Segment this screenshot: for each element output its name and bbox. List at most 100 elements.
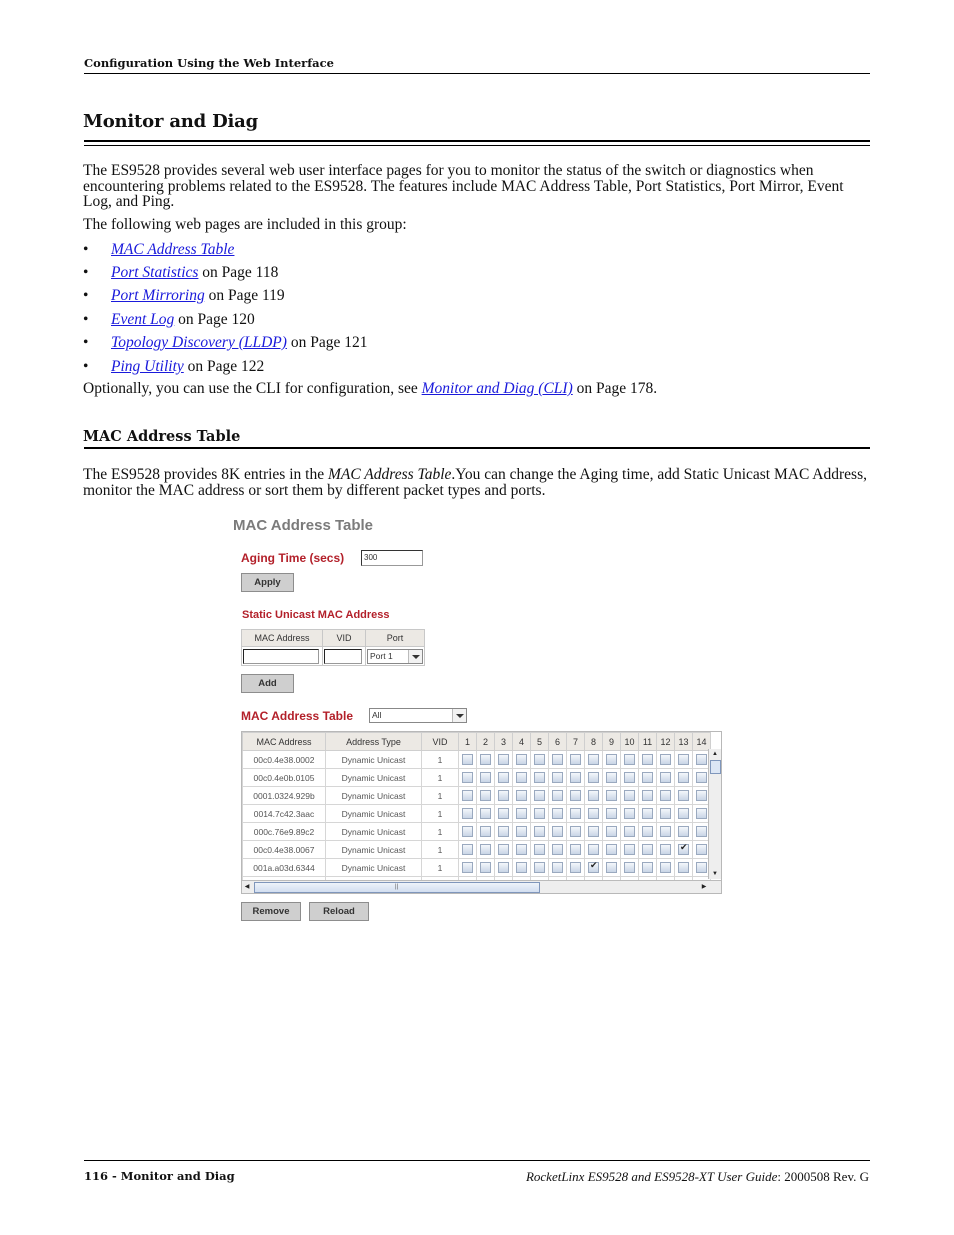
port-checkbox[interactable]: [534, 772, 545, 784]
port-column-header[interactable]: 3: [494, 732, 513, 751]
port-checkbox[interactable]: [642, 808, 653, 820]
port-checkbox[interactable]: [696, 790, 707, 802]
aging-time-input[interactable]: 300: [361, 550, 423, 566]
port-column-header[interactable]: 12: [656, 732, 675, 751]
static-vid-input[interactable]: [324, 648, 362, 664]
page-link[interactable]: Event Log: [111, 311, 174, 328]
port-column-header[interactable]: 8: [584, 732, 603, 751]
page-link[interactable]: Port Mirroring: [111, 287, 205, 304]
table-row[interactable]: 00c0.4e0b.0105 Dynamic Unicast 1: [242, 768, 711, 787]
port-checkbox[interactable]: [660, 844, 671, 856]
port-checkbox[interactable]: [678, 790, 689, 802]
vertical-scroll-thumb[interactable]: [710, 760, 721, 774]
port-checkbox[interactable]: [642, 862, 653, 874]
port-column-header[interactable]: 4: [512, 732, 531, 751]
port-checkbox[interactable]: [570, 862, 581, 874]
port-checkbox[interactable]: [498, 844, 509, 856]
port-checkbox[interactable]: [678, 808, 689, 820]
port-checkbox[interactable]: [624, 790, 635, 802]
table-row[interactable]: 001a.a03d.6344 Dynamic Unicast 1: [242, 858, 711, 877]
port-checkbox[interactable]: [480, 844, 491, 856]
port-checkbox[interactable]: [516, 808, 527, 820]
port-checkbox[interactable]: [588, 808, 599, 820]
scroll-up-arrow-icon[interactable]: ▲: [709, 749, 721, 759]
port-checkbox[interactable]: [624, 808, 635, 820]
port-checkbox[interactable]: [678, 754, 689, 766]
table-row[interactable]: 0014.7c42.3aac Dynamic Unicast 1: [242, 804, 711, 823]
port-checkbox[interactable]: [696, 772, 707, 784]
port-checkbox[interactable]: [660, 790, 671, 802]
port-checkbox[interactable]: [696, 808, 707, 820]
port-column-header[interactable]: 9: [602, 732, 621, 751]
horizontal-scroll-thumb[interactable]: ||: [254, 882, 540, 893]
port-checkbox[interactable]: [516, 772, 527, 784]
port-checkbox[interactable]: [588, 826, 599, 838]
port-checkbox[interactable]: [642, 790, 653, 802]
port-checkbox[interactable]: [588, 860, 599, 874]
port-checkbox[interactable]: [552, 826, 563, 838]
port-checkbox[interactable]: [696, 826, 707, 838]
port-checkbox[interactable]: [462, 754, 473, 766]
port-checkbox[interactable]: [660, 754, 671, 766]
column-header[interactable]: Address Type: [325, 732, 422, 751]
port-checkbox[interactable]: [552, 772, 563, 784]
port-checkbox[interactable]: [552, 844, 563, 856]
port-checkbox[interactable]: [624, 754, 635, 766]
reload-button[interactable]: Reload: [309, 902, 369, 921]
scroll-right-arrow-icon[interactable]: ▶: [699, 881, 709, 893]
port-checkbox[interactable]: [516, 826, 527, 838]
port-checkbox[interactable]: [696, 754, 707, 766]
port-checkbox[interactable]: [462, 826, 473, 838]
port-checkbox[interactable]: [642, 844, 653, 856]
port-checkbox[interactable]: [480, 790, 491, 802]
column-header[interactable]: MAC Address: [242, 732, 326, 751]
port-checkbox[interactable]: [462, 808, 473, 820]
page-link[interactable]: Port Statistics: [111, 264, 198, 281]
port-column-header[interactable]: 10: [620, 732, 639, 751]
static-port-select[interactable]: Port 1: [367, 648, 423, 664]
horizontal-scrollbar[interactable]: ◀ || ▶: [242, 880, 721, 893]
port-checkbox[interactable]: [480, 826, 491, 838]
port-checkbox[interactable]: [480, 754, 491, 766]
port-column-header[interactable]: 14: [692, 732, 711, 751]
port-checkbox[interactable]: [498, 808, 509, 820]
port-checkbox[interactable]: [624, 826, 635, 838]
port-checkbox[interactable]: [570, 808, 581, 820]
port-checkbox[interactable]: [588, 772, 599, 784]
port-checkbox[interactable]: [498, 862, 509, 874]
page-link[interactable]: Ping Utility: [111, 358, 184, 375]
port-column-header[interactable]: 1: [458, 732, 477, 751]
port-checkbox[interactable]: [588, 790, 599, 802]
port-checkbox[interactable]: [606, 826, 617, 838]
port-checkbox[interactable]: [516, 754, 527, 766]
port-checkbox[interactable]: [498, 772, 509, 784]
port-checkbox[interactable]: [660, 826, 671, 838]
port-checkbox[interactable]: [678, 826, 689, 838]
port-checkbox[interactable]: [516, 790, 527, 802]
port-column-header[interactable]: 5: [530, 732, 549, 751]
port-checkbox[interactable]: [642, 754, 653, 766]
port-checkbox[interactable]: [462, 844, 473, 856]
port-checkbox[interactable]: [570, 844, 581, 856]
port-checkbox[interactable]: [480, 808, 491, 820]
port-checkbox[interactable]: [552, 790, 563, 802]
port-checkbox[interactable]: [552, 808, 563, 820]
apply-button[interactable]: Apply: [241, 573, 294, 592]
scroll-down-arrow-icon[interactable]: ▼: [709, 869, 721, 879]
add-button[interactable]: Add: [241, 674, 294, 693]
vertical-scrollbar[interactable]: ▲ ▼: [708, 749, 721, 879]
port-checkbox[interactable]: [570, 772, 581, 784]
port-checkbox[interactable]: [606, 772, 617, 784]
port-checkbox[interactable]: [624, 862, 635, 874]
port-checkbox[interactable]: [498, 790, 509, 802]
table-row[interactable]: 0001.0324.929b Dynamic Unicast 1: [242, 786, 711, 805]
port-checkbox[interactable]: [660, 772, 671, 784]
port-checkbox[interactable]: [498, 826, 509, 838]
port-checkbox[interactable]: [570, 790, 581, 802]
port-checkbox[interactable]: [534, 844, 545, 856]
port-column-header[interactable]: 7: [566, 732, 585, 751]
page-link[interactable]: MAC Address Table: [111, 241, 234, 258]
port-column-header[interactable]: 2: [476, 732, 495, 751]
port-checkbox[interactable]: [552, 754, 563, 766]
port-checkbox[interactable]: [678, 772, 689, 784]
